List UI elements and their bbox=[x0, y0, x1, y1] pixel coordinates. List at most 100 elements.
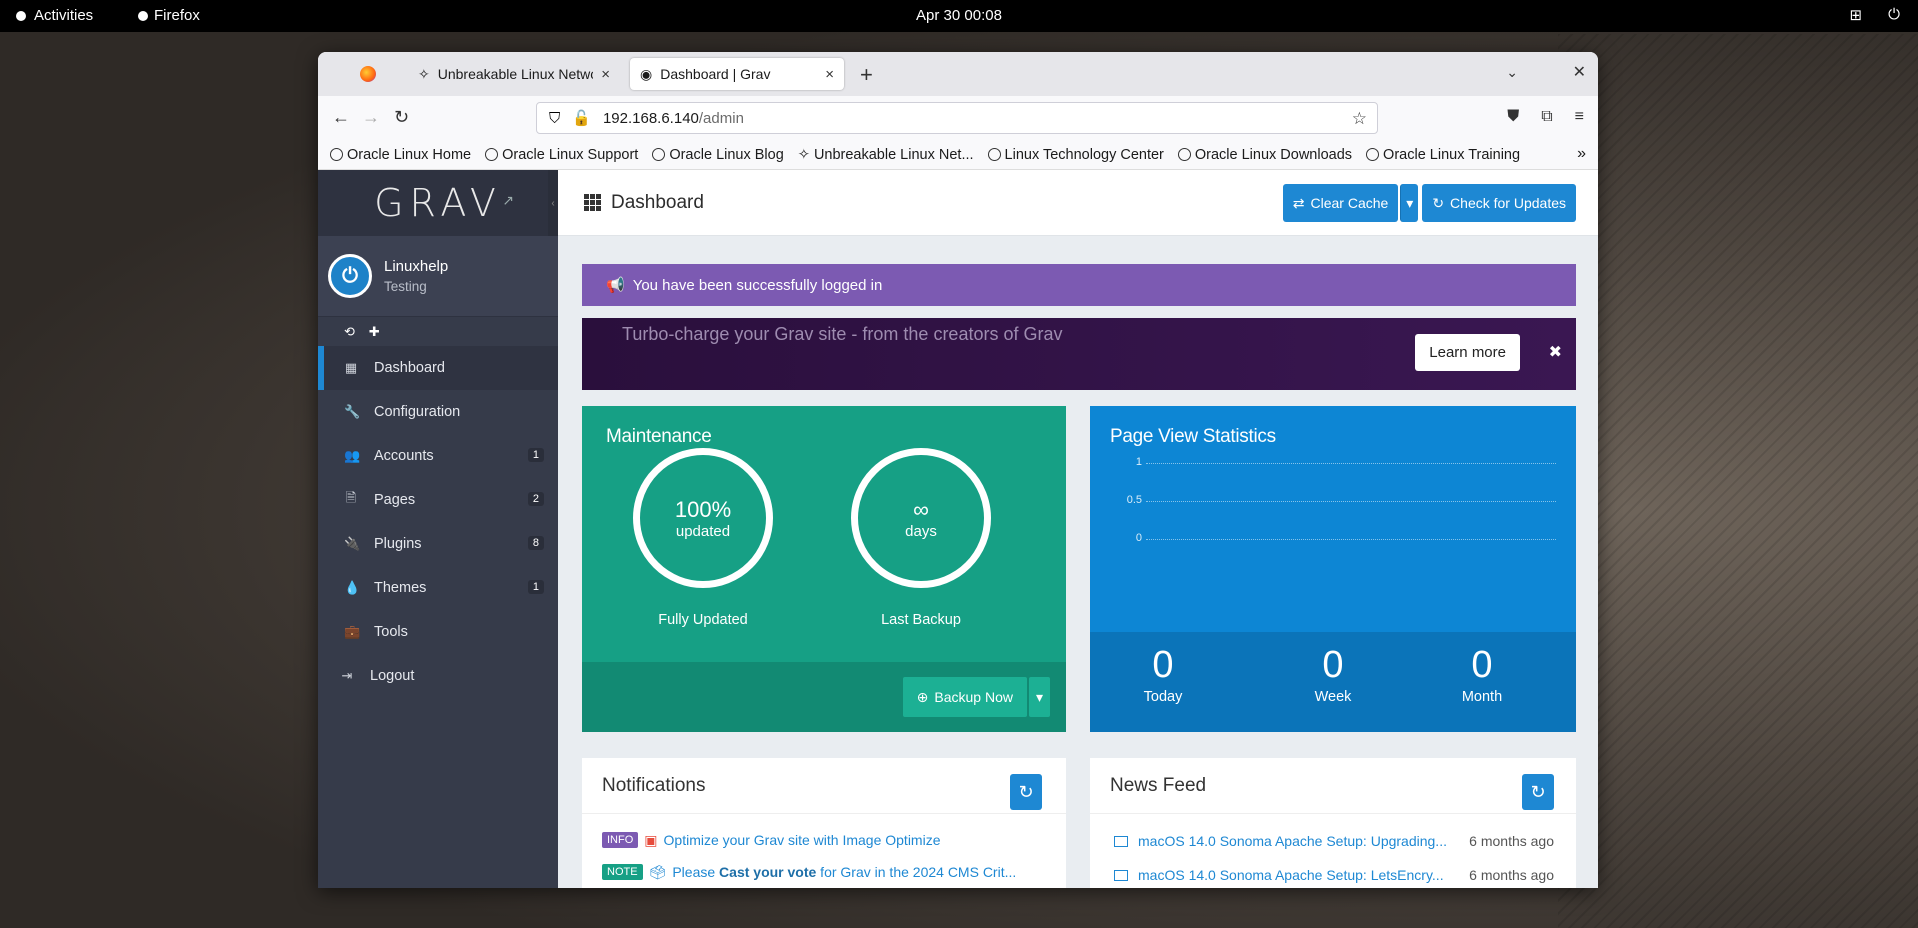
refresh-icon[interactable]: ⟲ bbox=[344, 324, 355, 340]
url-bar[interactable]: ⛉ 🔓 192.168.6.140/admin ☆ bbox=[536, 102, 1378, 134]
new-tab-icon[interactable]: + bbox=[860, 62, 873, 88]
news-time: 6 months ago bbox=[1469, 867, 1554, 883]
check-updates-button[interactable]: ↻ Check for Updates bbox=[1422, 184, 1576, 222]
bookmark-item[interactable]: ✧ Unbreakable Linux Net... bbox=[798, 147, 974, 163]
stat-label: Week bbox=[1314, 689, 1352, 705]
bookmark-label: Oracle Linux Support bbox=[502, 146, 639, 163]
user-name: Linuxhelp bbox=[384, 258, 449, 275]
notifications-header: Notifications ↻ bbox=[582, 758, 1066, 814]
stats-title: Page View Statistics bbox=[1110, 426, 1276, 447]
file-icon: 🗎 bbox=[345, 490, 357, 505]
stat-label: Month bbox=[1461, 689, 1503, 705]
forward-icon[interactable]: → bbox=[362, 107, 380, 128]
pocket-icon[interactable]: ⛊ bbox=[1507, 108, 1519, 126]
refresh-notifications-button[interactable]: ↻ bbox=[1010, 774, 1042, 810]
globe-icon bbox=[1366, 148, 1380, 161]
reload-icon[interactable]: ↻ bbox=[394, 107, 409, 128]
note-tag: NOTE bbox=[602, 864, 643, 880]
notification-item[interactable]: NOTE 🗳 Please Cast your vote for Grav in… bbox=[582, 856, 1066, 888]
bookmark-item[interactable]: Oracle Linux Downloads bbox=[1177, 147, 1352, 163]
tab-close-icon[interactable]: × bbox=[601, 66, 610, 83]
news-item[interactable]: macOS 14.0 Sonoma Apache Setup: LetsEncr… bbox=[1090, 858, 1576, 888]
clear-cache-button[interactable]: ⇄ Clear Cache bbox=[1282, 184, 1399, 222]
alert-text: You have been successfully logged in bbox=[632, 276, 883, 294]
menu-icon[interactable]: ≡ bbox=[1575, 108, 1584, 126]
backup-label: Last Backup bbox=[881, 612, 961, 628]
backup-dropdown[interactable]: ▾ bbox=[1028, 677, 1050, 717]
refresh-icon: ↻ bbox=[1432, 194, 1445, 211]
sidebar-item-logout[interactable]: ⇥ Logout bbox=[318, 654, 558, 698]
shield-icon[interactable]: ⛉ bbox=[549, 110, 560, 127]
bookmark-item[interactable]: Oracle Linux Home bbox=[330, 147, 471, 163]
maintenance-footer: ⊕ Backup Now ▾ bbox=[582, 662, 1066, 732]
globe-icon bbox=[330, 148, 343, 161]
news-link[interactable]: macOS 14.0 Sonoma Apache Setup: Upgradin… bbox=[1138, 833, 1447, 849]
news-feed-title: News Feed bbox=[1110, 774, 1207, 796]
firefox-view-icon[interactable] bbox=[360, 66, 376, 82]
bookmarks-overflow-icon[interactable]: » bbox=[1577, 145, 1586, 163]
desktop-pattern bbox=[1558, 34, 1918, 928]
notifications-title: Notifications bbox=[602, 774, 706, 796]
window-close-icon[interactable]: ✕ bbox=[1573, 62, 1586, 82]
info-tag: INFO bbox=[602, 832, 639, 848]
clear-cache-dropdown[interactable]: ▾ bbox=[1400, 184, 1419, 222]
news-link[interactable]: macOS 14.0 Sonoma Apache Setup: LetsEncr… bbox=[1138, 867, 1444, 883]
tab-close-icon[interactable]: × bbox=[825, 66, 834, 83]
news-item[interactable]: macOS 14.0 Sonoma Apache Setup: Upgradin… bbox=[1090, 824, 1576, 858]
sidebar-item-pages[interactable]: 🗎 Pages 2 bbox=[318, 478, 558, 522]
sidebar-item-label: Plugins bbox=[374, 536, 422, 552]
count-badge: 2 bbox=[527, 492, 544, 506]
notification-item[interactable]: INFO ▣ Optimize your Grav site with Imag… bbox=[582, 824, 1066, 856]
stat-value: 0 bbox=[1322, 644, 1344, 686]
backup-value: ∞ bbox=[913, 496, 929, 522]
bookmark-star-icon[interactable]: ☆ bbox=[1352, 109, 1367, 129]
bookmark-item[interactable]: Oracle Linux Blog bbox=[652, 147, 784, 163]
notification-text-post: for Grav in the 2024 CMS Crit... bbox=[816, 864, 1017, 880]
notification-text-bold: Cast your vote bbox=[719, 864, 817, 880]
lock-icon[interactable]: 🔓 bbox=[572, 109, 591, 127]
add-icon[interactable]: ✚ bbox=[369, 324, 380, 340]
bookmark-item[interactable]: Linux Technology Center bbox=[987, 146, 1164, 163]
newspaper-icon bbox=[1114, 835, 1128, 847]
bookmark-item[interactable]: Oracle Linux Training bbox=[1366, 147, 1520, 163]
tab-list-chevron-icon[interactable]: ⌄ bbox=[1506, 64, 1518, 81]
learn-more-button[interactable]: Learn more bbox=[1415, 334, 1520, 371]
grid-line bbox=[1146, 501, 1556, 502]
sidebar-item-themes[interactable]: 💧 Themes 1 bbox=[318, 566, 558, 610]
network-icon[interactable]: ⊞ bbox=[1850, 6, 1863, 24]
bookmark-label: Linux Technology Center bbox=[1004, 146, 1164, 163]
close-icon[interactable]: ✖ bbox=[1549, 342, 1562, 362]
clock[interactable]: Apr 30 00:08 bbox=[0, 7, 1918, 24]
tab-dashboard[interactable]: ◉ Dashboard | Grav × bbox=[630, 58, 844, 90]
sidebar-item-plugins[interactable]: 🔌 Plugins 8 bbox=[318, 522, 558, 566]
grid-line bbox=[1146, 463, 1556, 464]
external-link-icon[interactable]: ↗ bbox=[502, 192, 514, 209]
caret-down-icon: ▾ bbox=[1406, 194, 1414, 211]
system-tray[interactable]: ⊞ ⏻ bbox=[1850, 6, 1900, 24]
check-updates-label: Check for Updates bbox=[1450, 195, 1566, 211]
tab-bar: ✧ Unbreakable Linux Netwo × ◉ Dashboard … bbox=[318, 52, 1598, 96]
sidebar-item-label: Tools bbox=[374, 624, 408, 640]
sidebar-item-label: Themes bbox=[374, 580, 427, 596]
toolbar-right: ⛊ ⧉ ≡ bbox=[1507, 108, 1584, 126]
collapse-sidebar-icon[interactable]: ‹ bbox=[548, 170, 558, 236]
grav-logo[interactable]: GRAV bbox=[374, 181, 502, 225]
promo-banner: Turbo-charge your Grav site - from the c… bbox=[582, 318, 1576, 390]
refresh-news-button[interactable]: ↻ bbox=[1522, 774, 1554, 810]
tab-favicon-icon: ✧ bbox=[418, 65, 430, 82]
tab-label: Unbreakable Linux Netwo bbox=[437, 66, 594, 82]
sidebar-item-accounts[interactable]: 👥 Accounts 1 bbox=[318, 434, 558, 478]
extensions-icon[interactable]: ⧉ bbox=[1541, 108, 1552, 126]
sidebar-item-configuration[interactable]: 🔧 Configuration bbox=[318, 390, 558, 434]
sidebar-item-tools[interactable]: 💼 Tools bbox=[318, 610, 558, 654]
tab-unbreakable[interactable]: ✧ Unbreakable Linux Netwo × bbox=[408, 58, 620, 90]
user-profile[interactable]: ⏻ Linuxhelp Testing bbox=[318, 236, 558, 316]
bookmark-item[interactable]: Oracle Linux Support bbox=[485, 147, 638, 163]
image-icon: ▣ bbox=[644, 831, 658, 848]
ballot-icon: 🗳 bbox=[648, 863, 667, 880]
power-icon[interactable]: ⏻ bbox=[1888, 6, 1900, 24]
backup-now-button[interactable]: ⊕ Backup Now bbox=[902, 677, 1027, 717]
sidebar-item-dashboard[interactable]: ▦ Dashboard bbox=[318, 346, 558, 390]
bookmarks-toolbar: Oracle Linux Home Oracle Linux Support O… bbox=[318, 140, 1598, 170]
back-icon[interactable]: ← bbox=[332, 107, 350, 128]
